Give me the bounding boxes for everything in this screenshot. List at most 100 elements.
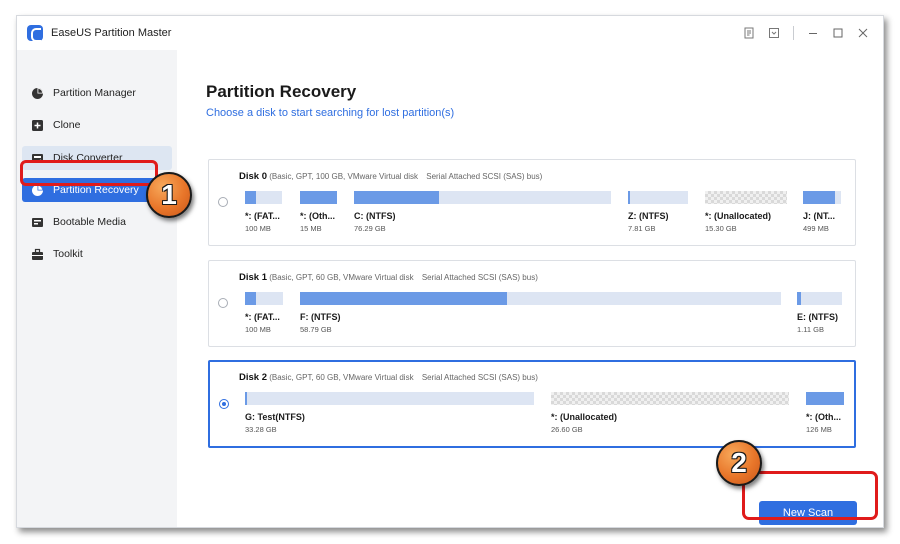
sidebar-item-label: Clone bbox=[53, 119, 81, 131]
partition[interactable]: J: (NT... 499 MB bbox=[803, 191, 841, 233]
page-title: Partition Recovery bbox=[206, 82, 357, 101]
partition[interactable]: *: (Oth... 126 MB bbox=[806, 392, 844, 434]
sidebar-item-toolkit[interactable]: Toolkit bbox=[22, 242, 172, 266]
disk-header: Disk 1 (Basic, GPT, 60 GB, VMware Virtua… bbox=[239, 272, 538, 283]
partition-size: 58.79 GB bbox=[300, 325, 332, 334]
partition-name: *: (FAT... bbox=[245, 312, 280, 322]
disk-radio-selected[interactable] bbox=[219, 399, 229, 409]
partition-used-fill bbox=[245, 392, 247, 405]
callout-highlight-recovery bbox=[20, 160, 158, 186]
partition-name: *: (Oth... bbox=[300, 211, 335, 221]
partition-size: 126 MB bbox=[806, 425, 832, 434]
partition[interactable]: F: (NTFS) 58.79 GB bbox=[300, 292, 781, 334]
pie-chart-icon bbox=[30, 86, 44, 100]
sidebar-item-bootable-media[interactable]: Bootable Media bbox=[22, 210, 172, 234]
disk-name: Disk 0 bbox=[239, 171, 267, 182]
sidebar-item-partition-manager[interactable]: Partition Manager bbox=[22, 81, 172, 105]
partition-bar bbox=[806, 392, 844, 405]
partition-size: 15.30 GB bbox=[705, 224, 737, 233]
partition-size: 1.11 GB bbox=[797, 325, 824, 334]
disk-card-2[interactable]: Disk 2 (Basic, GPT, 60 GB, VMware Virtua… bbox=[208, 360, 856, 448]
partition-bar bbox=[803, 191, 841, 204]
clone-icon bbox=[30, 118, 44, 132]
partition[interactable]: E: (NTFS) 1.11 GB bbox=[797, 292, 842, 334]
partition-name: *: (FAT... bbox=[245, 211, 280, 221]
partition-bar bbox=[245, 191, 282, 204]
disk-info: (Basic, GPT, 60 GB, VMware Virtual disk bbox=[269, 273, 414, 282]
toolbox-icon bbox=[30, 247, 44, 261]
partition-used-fill bbox=[354, 191, 439, 204]
minimize-icon[interactable] bbox=[805, 25, 821, 41]
partition-bar bbox=[245, 292, 283, 305]
partition-bar bbox=[628, 191, 688, 204]
partition-size: 7.81 GB bbox=[628, 224, 656, 233]
partition[interactable]: *: (Unallocated) 26.60 GB bbox=[551, 392, 789, 434]
partition-used-fill bbox=[797, 292, 801, 305]
disk-bus: Serial Attached SCSI (SAS) bus) bbox=[421, 373, 538, 382]
sidebar-item-label: Partition Manager bbox=[53, 87, 136, 99]
disk-card-1[interactable]: Disk 1 (Basic, GPT, 60 GB, VMware Virtua… bbox=[208, 260, 856, 347]
sidebar: Partition Manager Clone Disk Converter P… bbox=[17, 50, 177, 527]
partition-size: 26.60 GB bbox=[551, 425, 583, 434]
partition-bar bbox=[354, 191, 611, 204]
maximize-icon[interactable] bbox=[830, 25, 846, 41]
sidebar-item-label: Toolkit bbox=[53, 248, 83, 260]
partition[interactable]: G: Test(NTFS) 33.28 GB bbox=[245, 392, 534, 434]
disk-card-0[interactable]: Disk 0 (Basic, GPT, 100 GB, VMware Virtu… bbox=[208, 159, 856, 246]
partition-size: 76.29 GB bbox=[354, 224, 386, 233]
partition-size: 100 MB bbox=[245, 325, 271, 334]
partition[interactable]: *: (Unallocated) 15.30 GB bbox=[705, 191, 787, 233]
partition-bar bbox=[300, 191, 337, 204]
disk-bus: Serial Attached SCSI (SAS) bus) bbox=[421, 273, 538, 282]
partition-size: 499 MB bbox=[803, 224, 829, 233]
step-badge-1: 1 bbox=[146, 172, 192, 218]
app-logo-icon bbox=[27, 25, 43, 42]
step-badge-2: 2 bbox=[716, 440, 762, 486]
partition-name: G: Test(NTFS) bbox=[245, 412, 305, 422]
partition-name: *: (Unallocated) bbox=[551, 412, 618, 422]
unallocated-bar bbox=[705, 191, 787, 204]
partition-size: 100 MB bbox=[245, 224, 271, 233]
partition-name: *: (Oth... bbox=[806, 412, 841, 422]
partition[interactable]: *: (Oth... 15 MB bbox=[300, 191, 337, 233]
disk-header: Disk 2 (Basic, GPT, 60 GB, VMware Virtua… bbox=[239, 372, 538, 383]
partition-name: Z: (NTFS) bbox=[628, 211, 669, 221]
disk-radio[interactable] bbox=[218, 298, 228, 308]
title-bar: EaseUS Partition Master bbox=[17, 16, 883, 50]
partition-name: E: (NTFS) bbox=[797, 312, 838, 322]
partition[interactable]: *: (FAT... 100 MB bbox=[245, 191, 282, 233]
media-icon bbox=[30, 215, 44, 229]
download-icon[interactable] bbox=[766, 25, 782, 41]
partition[interactable]: Z: (NTFS) 7.81 GB bbox=[628, 191, 688, 233]
main-panel: Partition Recovery Choose a disk to star… bbox=[177, 50, 883, 527]
sidebar-item-label: Bootable Media bbox=[53, 216, 126, 228]
disk-bus: Serial Attached SCSI (SAS) bus) bbox=[426, 172, 543, 181]
partition-name: *: (Unallocated) bbox=[705, 211, 772, 221]
window-controls bbox=[741, 25, 871, 41]
partition-used-fill bbox=[245, 292, 257, 305]
partition[interactable]: *: (FAT... 100 MB bbox=[245, 292, 283, 334]
close-icon[interactable] bbox=[855, 25, 871, 41]
disk-name: Disk 1 bbox=[239, 272, 267, 283]
app-title: EaseUS Partition Master bbox=[51, 27, 172, 39]
partition-bar bbox=[245, 392, 534, 405]
titlebar-divider bbox=[793, 26, 794, 40]
sidebar-item-clone[interactable]: Clone bbox=[22, 113, 172, 137]
partition-used-fill bbox=[803, 191, 836, 204]
notes-icon[interactable] bbox=[741, 25, 757, 41]
partition-size: 15 MB bbox=[300, 224, 322, 233]
partition-bar bbox=[797, 292, 842, 305]
partition-name: F: (NTFS) bbox=[300, 312, 341, 322]
callout-highlight-scan bbox=[742, 471, 878, 520]
partition-name: C: (NTFS) bbox=[354, 211, 396, 221]
partition-size: 33.28 GB bbox=[245, 425, 277, 434]
unallocated-bar bbox=[551, 392, 789, 405]
disk-name: Disk 2 bbox=[239, 372, 267, 383]
disk-info: (Basic, GPT, 60 GB, VMware Virtual disk bbox=[269, 373, 414, 382]
partition-used-fill bbox=[300, 292, 507, 305]
partition[interactable]: C: (NTFS) 76.29 GB bbox=[354, 191, 611, 233]
partition-bar bbox=[300, 292, 781, 305]
partition-name: J: (NT... bbox=[803, 211, 836, 221]
disk-radio[interactable] bbox=[218, 197, 228, 207]
disk-header: Disk 0 (Basic, GPT, 100 GB, VMware Virtu… bbox=[239, 171, 542, 182]
